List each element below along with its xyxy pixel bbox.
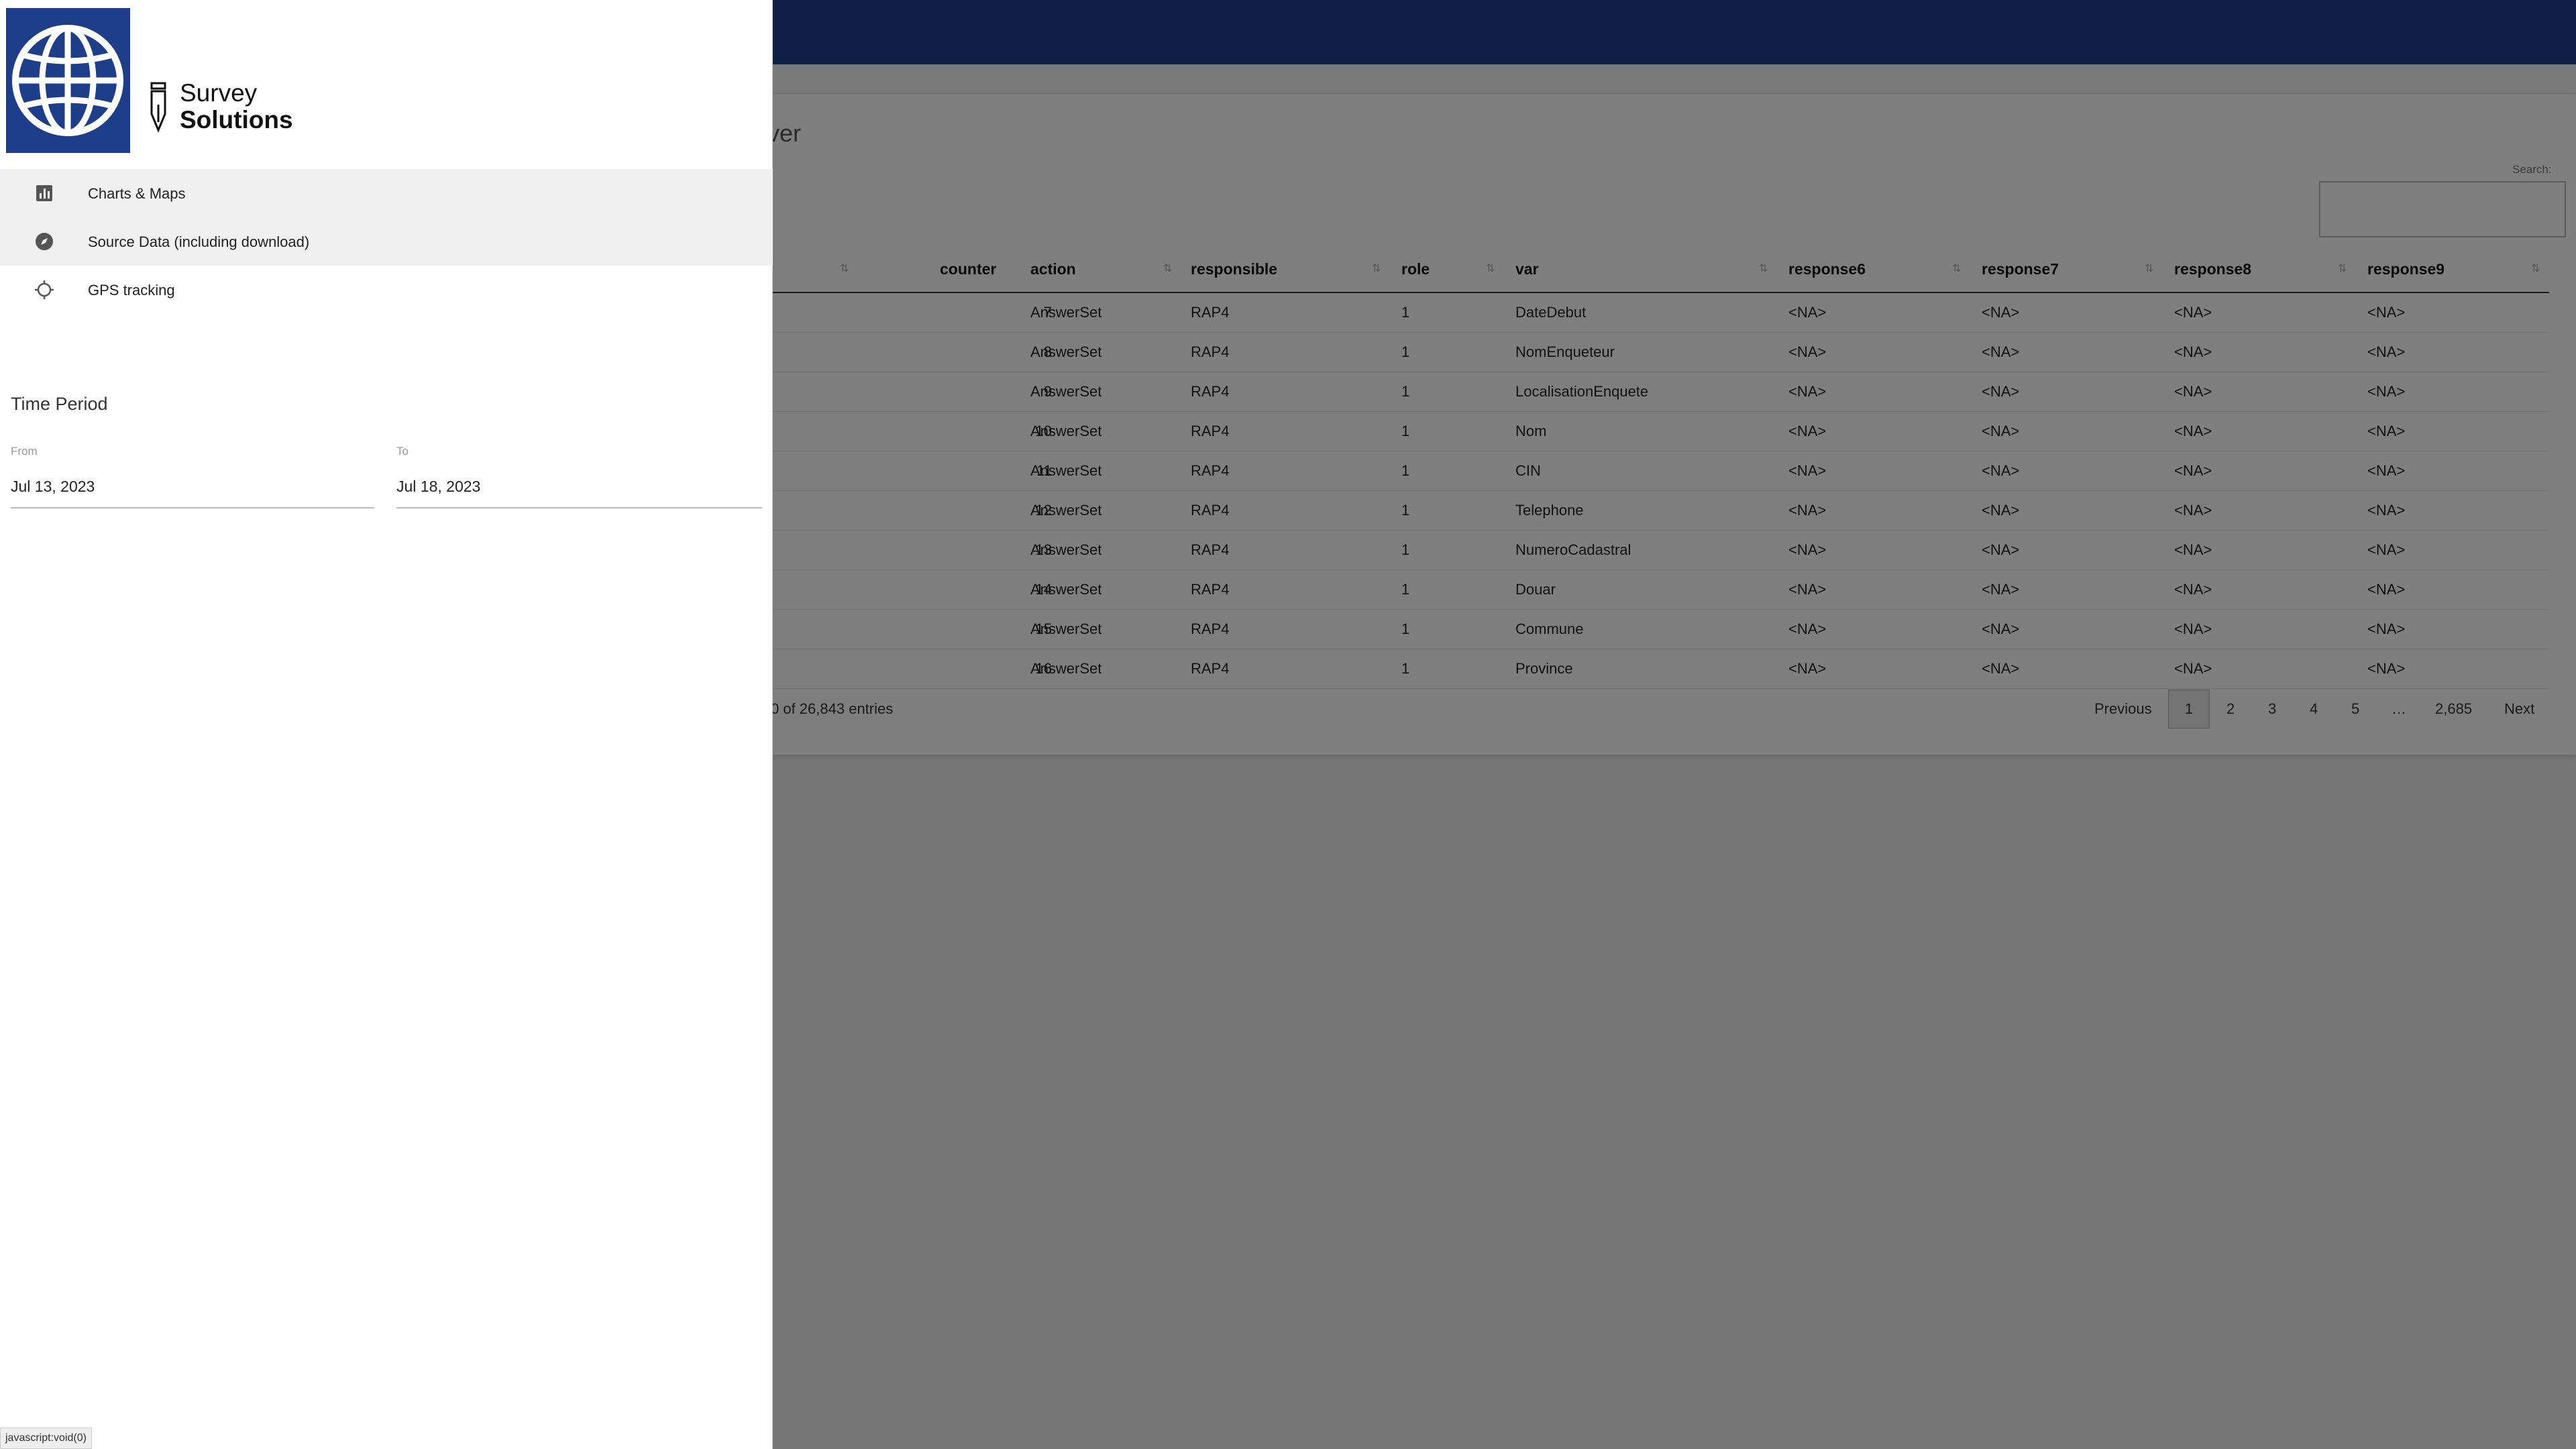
- nav-item-gps-tracking[interactable]: GPS tracking: [0, 266, 773, 314]
- gps-crosshair-icon: [35, 280, 54, 299]
- brand-name-line1: Survey: [180, 79, 258, 107]
- time-period-title: Time Period: [11, 394, 108, 414]
- navigation-drawer: Survey Solutions Charts & Maps Source Da…: [0, 0, 773, 1449]
- compass-icon: [36, 233, 53, 250]
- world-bank-logo: [6, 8, 130, 153]
- nav-item-label: GPS tracking: [88, 282, 175, 299]
- browser-status-bar: javascript:void(0): [0, 1428, 92, 1449]
- nav-item-source-data[interactable]: Source Data (including download): [0, 217, 773, 266]
- bar-chart-icon: [36, 185, 52, 201]
- brand-name-line2: Solutions: [180, 106, 293, 133]
- nav-item-label: Charts & Maps: [88, 185, 186, 202]
- to-date-label: To: [396, 445, 409, 458]
- to-date-underline: [396, 507, 762, 508]
- to-date-field[interactable]: Jul 18, 2023: [396, 478, 480, 496]
- nav-item-label: Source Data (including download): [88, 233, 310, 250]
- pen-icon: [150, 82, 166, 133]
- globe-icon: [12, 25, 123, 136]
- nav-item-charts-maps[interactable]: Charts & Maps: [0, 169, 773, 217]
- from-date-label: From: [11, 445, 38, 458]
- from-date-underline: [11, 507, 374, 508]
- from-date-field[interactable]: Jul 13, 2023: [11, 478, 95, 496]
